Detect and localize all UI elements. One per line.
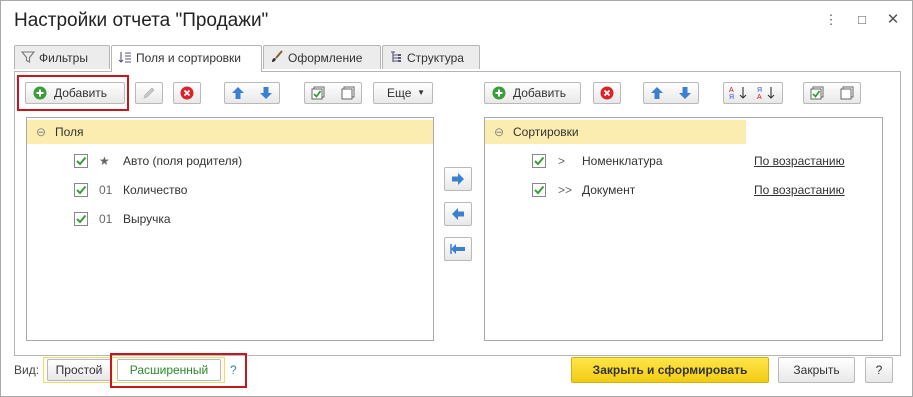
highlight-add-button — [17, 75, 129, 111]
fields-header-row[interactable]: ⊖ Поля — [27, 120, 433, 144]
check-all-icon[interactable] — [311, 86, 325, 100]
tab-label: Оформление — [288, 51, 363, 65]
move-buttons-group — [224, 82, 280, 104]
sort-ascending-icon[interactable]: АЯ — [729, 86, 749, 100]
svg-text:А: А — [729, 87, 734, 94]
checkbox-checked-icon[interactable] — [532, 154, 546, 168]
tab-content: Добавить Еще ▼ ⊖ Поля ★ Авто (поля родит… — [14, 71, 901, 356]
collapse-icon[interactable]: ⊖ — [494, 120, 504, 144]
uncheck-all-icon[interactable] — [840, 86, 854, 100]
item-type-prefix: >> — [558, 183, 573, 197]
move-left-button[interactable] — [444, 202, 472, 226]
window-title: Настройки отчета "Продажи" — [14, 10, 269, 31]
svg-text:Я: Я — [757, 87, 762, 94]
close-and-generate-button[interactable]: Закрыть и сформировать — [571, 357, 769, 383]
item-label: Количество — [123, 183, 188, 197]
sort-direction-group: АЯ ЯА — [723, 82, 783, 104]
arrow-left-icon — [452, 208, 464, 220]
more-vert-icon[interactable]: ⋮ — [822, 11, 840, 29]
view-label: Вид: — [14, 363, 40, 377]
list-item[interactable]: ★ Авто (поля родителя) — [27, 149, 433, 173]
svg-text:А: А — [757, 94, 762, 100]
tab-fields-sorting[interactable]: Поля и сортировки — [111, 45, 262, 72]
delete-sorting-button[interactable] — [593, 82, 621, 104]
plus-circle-icon — [492, 86, 506, 100]
tab-label: Поля и сортировки — [136, 51, 241, 65]
sort-order-link[interactable]: По возрастанию — [754, 149, 845, 173]
list-item[interactable]: >> Документ По возрастанию — [485, 178, 882, 202]
check-buttons-group — [304, 82, 362, 104]
tab-label: Структура — [407, 51, 464, 65]
list-item[interactable]: 01 Количество — [27, 178, 433, 202]
delete-icon — [180, 86, 194, 100]
sort-fields-icon — [118, 52, 131, 63]
add-sorting-button[interactable]: Добавить — [484, 82, 581, 104]
sorting-header-row[interactable]: ⊖ Сортировки — [485, 120, 746, 144]
move-all-left-button[interactable] — [444, 237, 472, 261]
tab-label: Фильтры — [39, 51, 88, 65]
arrow-right-icon — [452, 173, 464, 185]
help-label: ? — [875, 363, 883, 377]
sorting-check-group — [803, 82, 861, 104]
tab-structure[interactable]: Структура — [382, 45, 480, 69]
item-label: Номенклатура — [582, 154, 663, 168]
item-type-prefix: 01 — [99, 183, 113, 197]
sorting-move-group — [643, 82, 699, 104]
close-icon[interactable]: ✕ — [884, 11, 902, 29]
double-arrow-left-icon — [450, 244, 465, 254]
highlight-extended-view — [110, 353, 247, 388]
item-label: Авто (поля родителя) — [123, 154, 243, 168]
check-all-icon[interactable] — [810, 86, 824, 100]
more-button[interactable]: Еще ▼ — [373, 82, 433, 104]
uncheck-all-icon[interactable] — [341, 86, 355, 100]
close-label: Закрыть — [793, 363, 840, 377]
help-button[interactable]: ? — [865, 357, 893, 383]
brush-icon — [272, 50, 283, 62]
more-label: Еще — [387, 86, 412, 100]
checkbox-checked-icon[interactable] — [74, 154, 88, 168]
sorting-tree: ⊖ Сортировки > Номенклатура По возрастан… — [484, 117, 883, 341]
minimize-icon[interactable]: □ — [853, 11, 871, 29]
arrow-up-icon[interactable] — [650, 86, 664, 100]
structure-icon — [391, 51, 401, 62]
tab-appearance[interactable]: Оформление — [263, 45, 381, 69]
checkbox-checked-icon[interactable] — [74, 183, 88, 197]
pencil-icon — [143, 87, 155, 99]
sorting-header-label: Сортировки — [513, 125, 579, 139]
fields-tree: ⊖ Поля ★ Авто (поля родителя) 01 Количес… — [26, 117, 434, 341]
delete-icon — [600, 86, 614, 100]
chevron-down-icon: ▼ — [417, 88, 425, 97]
funnel-icon — [21, 51, 35, 63]
sort-descending-icon[interactable]: ЯА — [757, 86, 777, 100]
add-sorting-label: Добавить — [513, 86, 567, 100]
arrow-down-icon[interactable] — [678, 86, 692, 100]
simple-view-button[interactable]: Простой — [47, 359, 111, 381]
checkbox-checked-icon[interactable] — [532, 183, 546, 197]
sort-order-link[interactable]: По возрастанию — [754, 178, 845, 202]
item-type-prefix: > — [558, 154, 566, 168]
close-button[interactable]: Закрыть — [778, 357, 855, 383]
tab-filters[interactable]: Фильтры — [14, 45, 110, 69]
list-item[interactable]: > Номенклатура По возрастанию — [485, 149, 882, 173]
item-label: Документ — [582, 183, 636, 197]
fields-header-label: Поля — [55, 125, 84, 139]
collapse-icon[interactable]: ⊖ — [36, 120, 46, 144]
move-right-button[interactable] — [444, 167, 472, 191]
item-type-prefix: ★ — [99, 154, 110, 168]
item-label: Выручка — [123, 212, 171, 226]
arrow-down-icon[interactable] — [259, 86, 273, 100]
svg-text:Я: Я — [729, 94, 734, 100]
checkbox-checked-icon[interactable] — [74, 212, 88, 226]
close-and-generate-label: Закрыть и сформировать — [592, 363, 748, 377]
delete-button[interactable] — [173, 82, 201, 104]
simple-view-label: Простой — [55, 363, 103, 377]
edit-button[interactable] — [135, 82, 163, 104]
list-item[interactable]: 01 Выручка — [27, 207, 433, 231]
arrow-up-icon[interactable] — [231, 86, 245, 100]
report-settings-window: Настройки отчета "Продажи" ⋮ □ ✕ Фильтры… — [0, 0, 913, 397]
item-type-prefix: 01 — [99, 212, 113, 226]
